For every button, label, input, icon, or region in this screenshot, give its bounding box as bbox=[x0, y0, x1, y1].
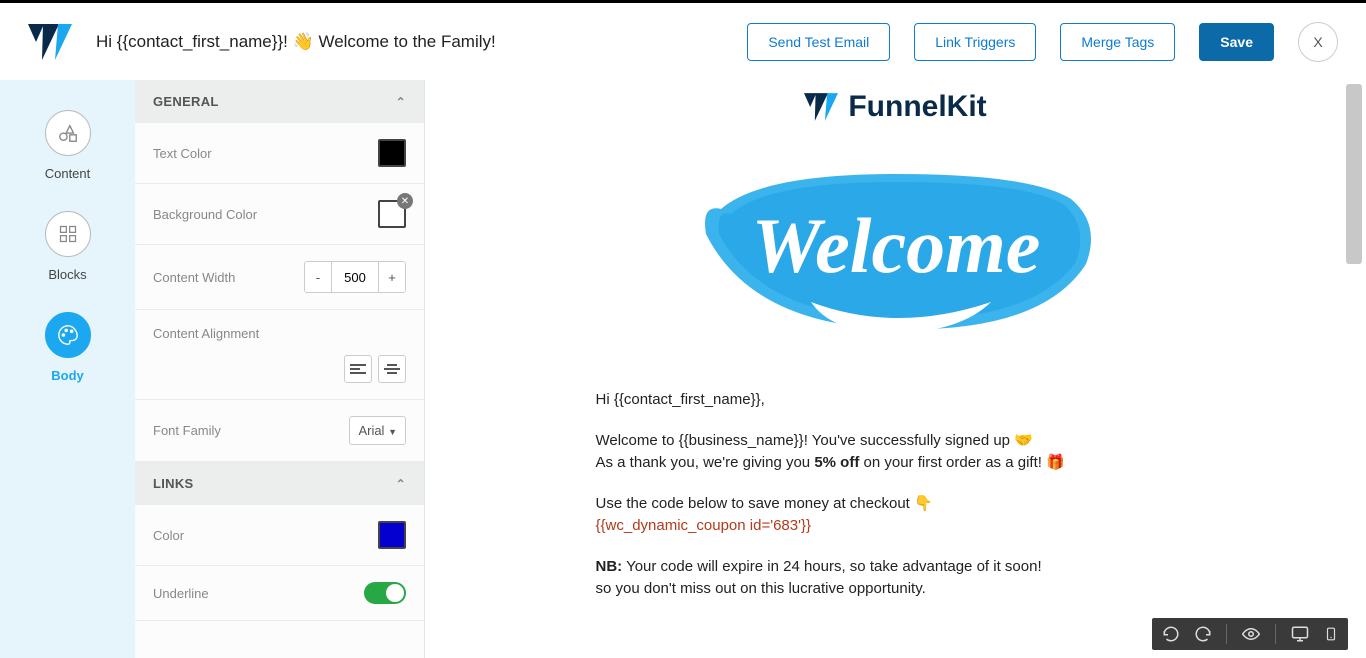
rail-content[interactable]: Content bbox=[45, 110, 91, 181]
row-underline: Underline bbox=[135, 566, 424, 621]
label: Content Alignment bbox=[153, 326, 259, 341]
palette-icon bbox=[45, 312, 91, 358]
text-color-swatch[interactable] bbox=[378, 139, 406, 167]
section-title: LINKS bbox=[153, 476, 194, 491]
rail-body[interactable]: Body bbox=[45, 312, 91, 383]
rail-blocks[interactable]: Blocks bbox=[45, 211, 91, 282]
width-decrease[interactable]: - bbox=[305, 262, 331, 292]
chevron-up-icon: ⌃ bbox=[396, 95, 406, 109]
row-content-align: Content Alignment bbox=[135, 310, 424, 400]
width-increase[interactable]: + bbox=[379, 262, 405, 292]
label: Underline bbox=[153, 586, 209, 601]
row-font-family: Font Family Arial ▼ bbox=[135, 400, 424, 462]
link-color-swatch[interactable] bbox=[378, 521, 406, 549]
row-content-width: Content Width - + bbox=[135, 245, 424, 310]
row-link-color: Color bbox=[135, 505, 424, 566]
paragraph: NB: Your code will expire in 24 hours, s… bbox=[596, 556, 1196, 601]
brand-name: FunnelKit bbox=[848, 90, 986, 124]
app-logo bbox=[28, 24, 72, 60]
send-test-button[interactable]: Send Test Email bbox=[747, 23, 890, 61]
chevron-up-icon: ⌃ bbox=[396, 477, 406, 491]
scrollbar[interactable] bbox=[1346, 84, 1362, 654]
mobile-icon[interactable] bbox=[1324, 625, 1338, 643]
underline-toggle[interactable] bbox=[364, 582, 406, 604]
welcome-image: Welcome bbox=[691, 154, 1101, 349]
label: Content Width bbox=[153, 270, 235, 285]
save-button[interactable]: Save bbox=[1199, 23, 1274, 61]
paragraph: Use the code below to save money at chec… bbox=[596, 493, 1196, 538]
section-general[interactable]: GENERAL ⌃ bbox=[135, 80, 424, 123]
email-canvas[interactable]: FunnelKit Welcome Hi {{contact_first_nam… bbox=[425, 80, 1366, 658]
row-text-color: Text Color bbox=[135, 123, 424, 184]
link-triggers-button[interactable]: Link Triggers bbox=[914, 23, 1036, 61]
undo-icon[interactable] bbox=[1162, 625, 1180, 643]
row-bg-color: Background Color ✕ bbox=[135, 184, 424, 245]
svg-text:Welcome: Welcome bbox=[751, 202, 1040, 289]
shapes-icon bbox=[45, 110, 91, 156]
section-title: GENERAL bbox=[153, 94, 219, 109]
desktop-icon[interactable] bbox=[1290, 625, 1310, 643]
rail-label: Blocks bbox=[48, 267, 86, 282]
paragraph: Welcome to {{business_name}}! You've suc… bbox=[596, 430, 1196, 475]
preview-icon[interactable] bbox=[1241, 625, 1261, 643]
settings-panel: GENERAL ⌃ Text Color Background Color ✕ … bbox=[135, 80, 425, 658]
font-family-select[interactable]: Arial ▼ bbox=[349, 416, 406, 445]
rail-label: Body bbox=[51, 368, 84, 383]
coupon-tag: {{wc_dynamic_coupon id='683'}} bbox=[596, 517, 811, 534]
grid-icon bbox=[45, 211, 91, 257]
label: Text Color bbox=[153, 146, 212, 161]
align-center-button[interactable] bbox=[378, 355, 406, 383]
label: Font Family bbox=[153, 423, 221, 438]
greeting: Hi {{contact_first_name}}, bbox=[596, 389, 1196, 412]
redo-icon[interactable] bbox=[1194, 625, 1212, 643]
label: Background Color bbox=[153, 207, 257, 222]
top-bar: Hi {{contact_first_name}}! 👋 Welcome to … bbox=[0, 0, 1366, 80]
width-input[interactable] bbox=[331, 262, 379, 292]
brand-logo: FunnelKit bbox=[596, 90, 1196, 124]
align-left-button[interactable] bbox=[344, 355, 372, 383]
close-button[interactable]: X bbox=[1298, 22, 1338, 62]
label: Color bbox=[153, 528, 184, 543]
width-stepper: - + bbox=[304, 261, 406, 293]
email-subject[interactable]: Hi {{contact_first_name}}! 👋 Welcome to … bbox=[96, 32, 723, 52]
merge-tags-button[interactable]: Merge Tags bbox=[1060, 23, 1175, 61]
bg-color-swatch[interactable]: ✕ bbox=[378, 200, 406, 228]
section-links[interactable]: LINKS ⌃ bbox=[135, 462, 424, 505]
caret-down-icon: ▼ bbox=[388, 427, 397, 437]
preview-toolbar bbox=[1152, 618, 1348, 650]
sidebar-rail: Content Blocks Body bbox=[0, 80, 135, 658]
clear-icon[interactable]: ✕ bbox=[397, 193, 413, 209]
rail-label: Content bbox=[45, 166, 91, 181]
